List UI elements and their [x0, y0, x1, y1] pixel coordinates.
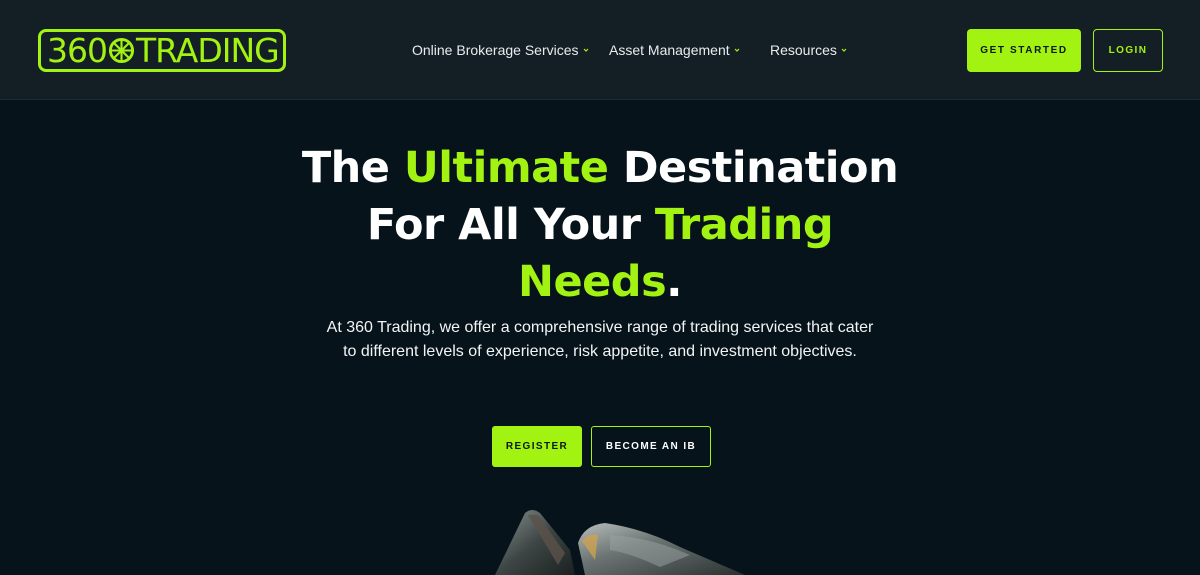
hero-title-period: . — [666, 257, 683, 307]
chevron-down-icon — [841, 48, 847, 52]
get-started-button[interactable]: GET STARTED — [967, 29, 1081, 72]
site-header: 360 TRADING Online Brokerage Services As… — [0, 0, 1200, 100]
nav-item-resources[interactable]: Resources — [770, 41, 849, 59]
hero-title-part: The — [301, 143, 404, 193]
page: 360 TRADING Online Brokerage Services As… — [0, 0, 1200, 575]
become-ib-button[interactable]: BECOME AN IB — [591, 426, 711, 467]
nav-item-label: Asset Management — [609, 42, 730, 58]
hero-title-accent: Ultimate — [403, 143, 609, 193]
login-button[interactable]: LOGIN — [1093, 29, 1163, 72]
logo-wordmark: 360 TRADING — [47, 31, 280, 70]
hero-3d-graphic — [495, 510, 745, 575]
hero-description: At 360 Trading, we offer a comprehensive… — [280, 316, 920, 364]
register-button[interactable]: REGISTER — [492, 426, 582, 467]
chevron-down-icon — [734, 48, 740, 52]
logo-text: TRADING — [136, 31, 280, 70]
nav-item-label: Resources — [770, 42, 837, 58]
nav-item-asset-management[interactable]: Asset Management — [609, 41, 742, 59]
hero-title-accent: Trading — [654, 200, 834, 250]
hero-title: The Ultimate Destination For All Your Tra… — [250, 140, 950, 311]
logo-number: 360 — [47, 31, 108, 70]
hero-description-line: to different levels of experience, risk … — [343, 343, 857, 360]
hero-description-line: At 360 Trading, we offer a comprehensive… — [326, 319, 874, 336]
chevron-down-icon — [583, 48, 588, 52]
logo[interactable]: 360 TRADING — [38, 29, 286, 72]
hero-title-accent: Needs — [517, 257, 667, 307]
nav-item-online-brokerage-services[interactable]: Online Brokerage Services — [412, 41, 591, 59]
logo-wheel-icon — [108, 37, 135, 64]
hero-title-part: Destination — [608, 143, 899, 193]
hero-title-part: For All Your — [366, 200, 655, 250]
nav-item-label: Online Brokerage Services — [412, 42, 579, 58]
